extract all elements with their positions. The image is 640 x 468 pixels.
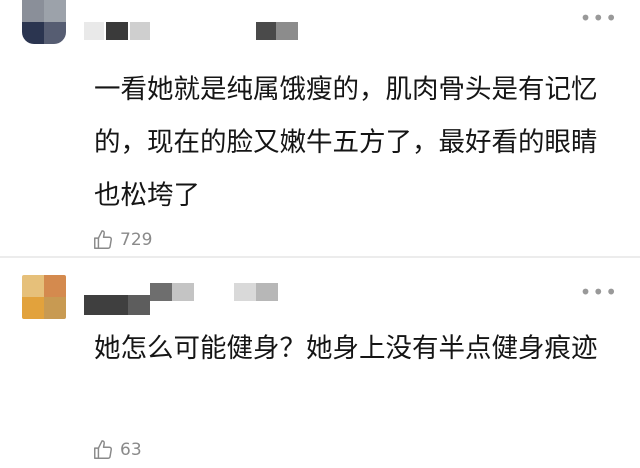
comment-item: ••• 一看她就是纯属饿瘦的，肌肉骨头是有记忆的，现在的脸又嫩牛五方了，最好看的… <box>0 0 640 256</box>
comment-text: 一看她就是纯属饿瘦的，肌肉骨头是有记忆的，现在的脸又嫩牛五方了，最好看的眼睛也松… <box>94 74 598 211</box>
like-count: 729 <box>120 230 153 250</box>
thumbs-up-icon <box>94 440 112 459</box>
commenter-avatar[interactable] <box>22 275 66 319</box>
more-options-icon[interactable]: ••• <box>580 8 618 28</box>
commenter-avatar[interactable] <box>22 0 66 44</box>
comment-text: 她怎么可能健身？她身上没有半点健身痕迹 <box>94 333 598 364</box>
username-pixelated[interactable] <box>84 283 314 315</box>
comment-divider <box>0 256 640 258</box>
thumbs-up-icon <box>94 230 112 249</box>
username-pixelated[interactable] <box>84 22 314 40</box>
more-options-icon[interactable]: ••• <box>580 282 618 302</box>
like-count: 63 <box>120 440 142 460</box>
like-button[interactable]: 729 <box>92 229 152 251</box>
like-button[interactable]: 63 <box>92 439 142 461</box>
comment-item: ••• 她怎么可能健身？她身上没有半点健身痕迹 63 <box>0 262 640 468</box>
